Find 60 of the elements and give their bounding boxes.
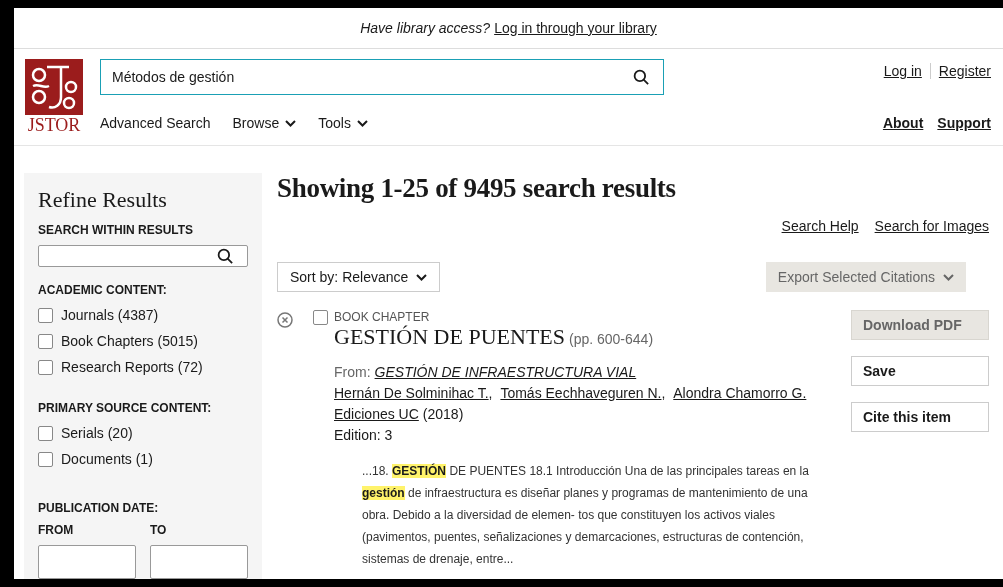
checkbox[interactable] — [38, 359, 53, 375]
filter-option[interactable]: Book Chapters (5015) — [61, 333, 198, 349]
book-link[interactable]: GESTIÓN DE INFRAESTRUCTURA VIAL — [374, 362, 637, 383]
checkbox[interactable] — [38, 307, 53, 323]
author-link[interactable]: Alondra Chamorro G. — [673, 383, 807, 404]
search-within-field[interactable] — [38, 245, 248, 267]
date-field[interactable] — [150, 545, 248, 579]
section-heading: PUBLICATION DATE: — [38, 501, 160, 515]
publisher-link[interactable]: Ediciones UC — [334, 404, 419, 425]
checkbox[interactable] — [313, 310, 328, 325]
checkbox[interactable] — [38, 333, 53, 349]
library-access-prompt: Have library access? — [360, 20, 491, 36]
publication-year: (2018) — [422, 405, 464, 424]
separator: , — [488, 384, 494, 403]
date-label: TO — [150, 523, 168, 537]
date-label: FROM — [38, 523, 75, 537]
library-login-link[interactable]: Log in through your library — [494, 20, 657, 36]
checkbox[interactable] — [38, 451, 53, 467]
caret-icon — [356, 119, 368, 127]
nav-menu[interactable]: Browse — [232, 115, 297, 131]
item-title[interactable]: GESTIÓN DE PUENTES — [334, 324, 565, 350]
edition-text: Edition: 3 — [334, 426, 394, 445]
separator: , — [661, 384, 667, 403]
section-heading: PRIMARY SOURCE CONTENT: — [38, 401, 213, 415]
page-range: (pp. 600-644) — [569, 330, 654, 349]
nav-link[interactable]: Advanced Search — [100, 115, 211, 131]
caret-icon — [285, 119, 297, 127]
sidebar-title: Refine Results — [38, 187, 168, 213]
filter-option[interactable]: Journals (4387) — [61, 307, 159, 323]
author-link[interactable]: Hernán De Solminihac T. — [334, 383, 489, 404]
filter-option[interactable]: Documents (1) — [61, 451, 153, 467]
account-link[interactable]: Log in — [883, 63, 922, 79]
search-field[interactable]: Métodos de gestión — [100, 59, 664, 95]
filter-option[interactable]: Serials (20) — [61, 425, 133, 441]
filter-option[interactable]: Research Reports (72) — [61, 359, 203, 375]
section-heading: SEARCH WITHIN RESULTS — [38, 223, 195, 237]
results-heading: Showing 1-25 of 9495 search results — [277, 173, 677, 204]
caret-icon — [416, 273, 428, 281]
date-field[interactable] — [38, 545, 136, 579]
remove-icon[interactable] — [277, 312, 293, 328]
logo-emblem-icon — [25, 59, 83, 115]
caret-icon — [943, 273, 954, 281]
author-link[interactable]: Tomás Eechhaveguren N. — [500, 383, 662, 404]
text-snippet: ...18. GESTIÓN DE PUENTES 18.1 Introducción Una de las principales tareas en la gestión de infraestructura es diseñar planes y programas de mantenimiento de una obra. Debido a la diversidad de elemen- tos que constituyen los activos viales (pavimentos, puentes, señalizaciones y demarcaciones, estructuras de contención, sistemas de drenaje, entre... — [362, 462, 810, 568]
account-link[interactable]: Register — [938, 63, 991, 79]
checkbox[interactable] — [38, 425, 53, 441]
item-action-button[interactable]: Save — [851, 356, 989, 386]
item-type: BOOK CHAPTER — [334, 310, 431, 324]
nav-menu[interactable]: Tools — [318, 115, 368, 131]
info-link[interactable]: Support — [937, 115, 991, 131]
section-heading: ACADEMIC CONTENT: — [38, 283, 168, 297]
from-label: From: — [334, 363, 371, 382]
info-link[interactable]: About — [882, 115, 924, 131]
item-action-button[interactable]: Cite this item — [851, 402, 989, 432]
help-link[interactable]: Search Help — [781, 218, 859, 234]
search-icon[interactable] — [216, 247, 234, 265]
search-icon[interactable] — [632, 68, 650, 86]
logo-text: JSTOR — [27, 115, 81, 135]
sort-dropdown[interactable]: Sort by: Relevance — [277, 262, 441, 292]
help-link[interactable]: Search for Images — [874, 218, 989, 234]
